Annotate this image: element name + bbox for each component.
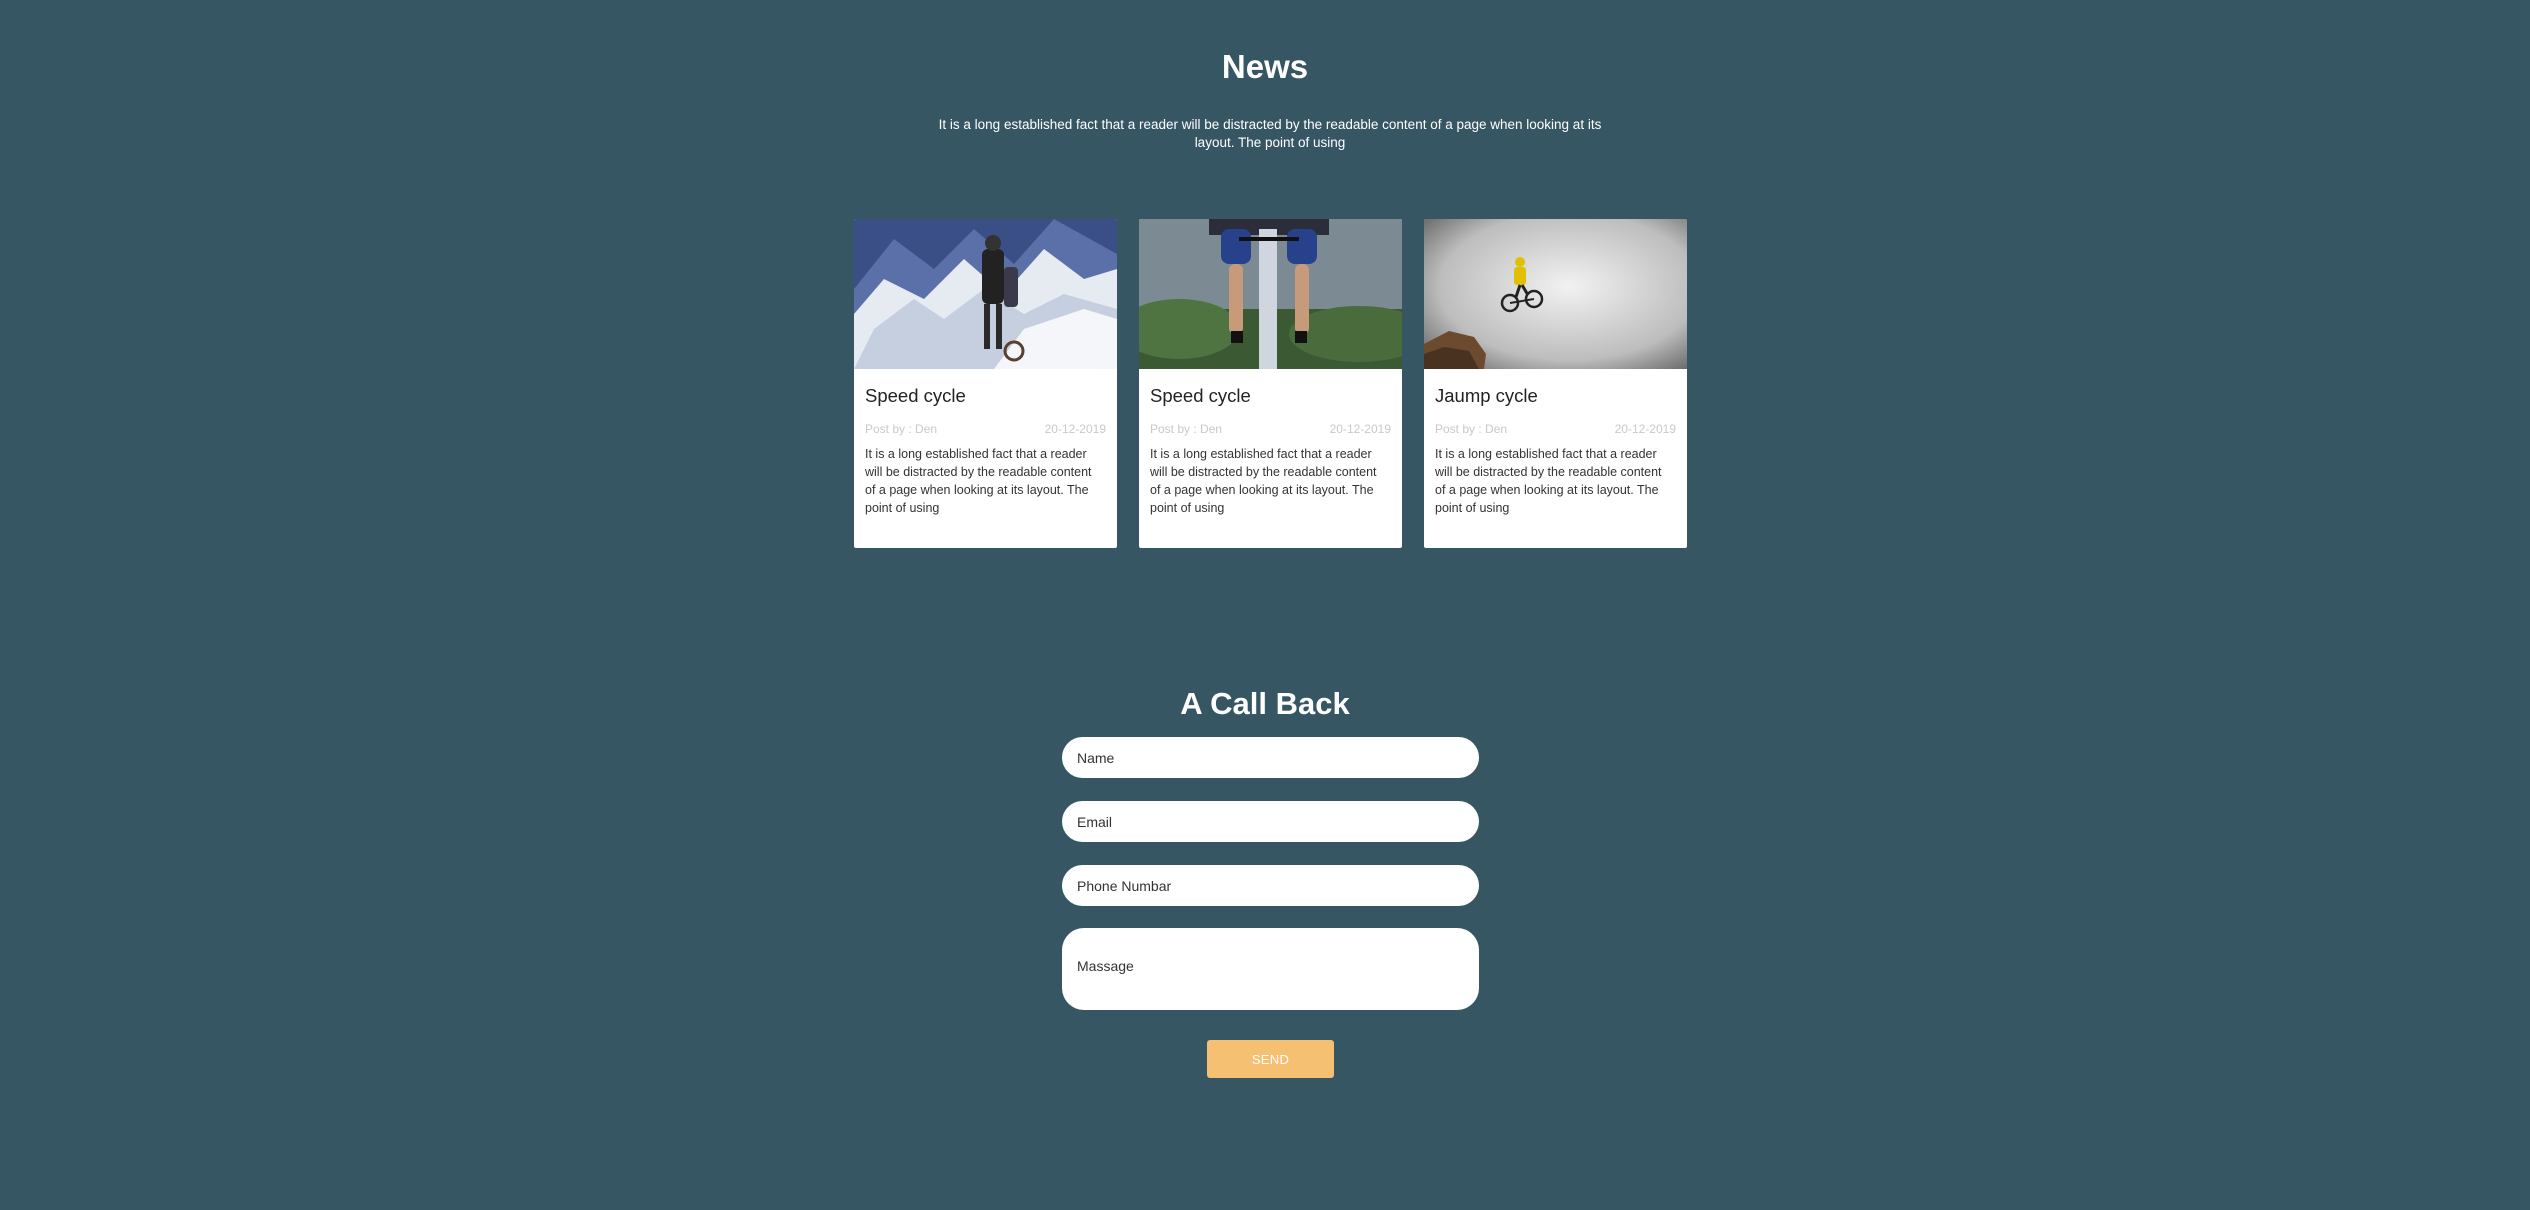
card-title[interactable]: Speed cycle xyxy=(865,385,966,407)
send-button[interactable]: SEND xyxy=(1207,1040,1334,1078)
card-meta: Post by : Den 20-12-2019 xyxy=(865,422,1106,436)
card-text: It is a long established fact that a rea… xyxy=(1150,447,1377,515)
news-card[interactable]: Speed cycle Post by : Den 20-12-2019 It … xyxy=(854,219,1117,548)
card-author: Post by : Den xyxy=(1435,422,1508,436)
email-input[interactable] xyxy=(1062,801,1479,842)
card-title[interactable]: Speed cycle xyxy=(1150,385,1251,407)
card-author: Post by : Den xyxy=(1150,422,1223,436)
news-title: News xyxy=(1221,48,1309,85)
phone-input[interactable] xyxy=(1062,865,1479,906)
card-image-snow-mountain-cyclists xyxy=(854,219,1117,369)
card-meta: Post by : Den 20-12-2019 xyxy=(1150,422,1391,436)
card-date: 20-12-2019 xyxy=(1614,422,1676,436)
news-card[interactable]: Speed cycle Post by : Den 20-12-2019 It … xyxy=(1139,219,1402,548)
card-text: It is a long established fact that a rea… xyxy=(865,447,1092,515)
news-subtitle: It is a long established fact that a rea… xyxy=(938,117,1602,150)
card-title[interactable]: Jaump cycle xyxy=(1435,385,1538,407)
card-meta: Post by : Den 20-12-2019 xyxy=(1435,422,1676,436)
card-image-road-cyclist xyxy=(1139,219,1402,369)
card-date: 20-12-2019 xyxy=(1044,422,1106,436)
message-textarea[interactable] xyxy=(1062,928,1479,1010)
name-input[interactable] xyxy=(1062,737,1479,778)
card-image-jump-cyclist xyxy=(1424,219,1687,369)
callback-title: A Call Back xyxy=(1180,686,1350,721)
card-date: 20-12-2019 xyxy=(1329,422,1391,436)
news-card[interactable]: Jaump cycle Post by : Den 20-12-2019 It … xyxy=(1424,219,1687,548)
card-text: It is a long established fact that a rea… xyxy=(1435,447,1662,515)
card-author: Post by : Den xyxy=(865,422,938,436)
